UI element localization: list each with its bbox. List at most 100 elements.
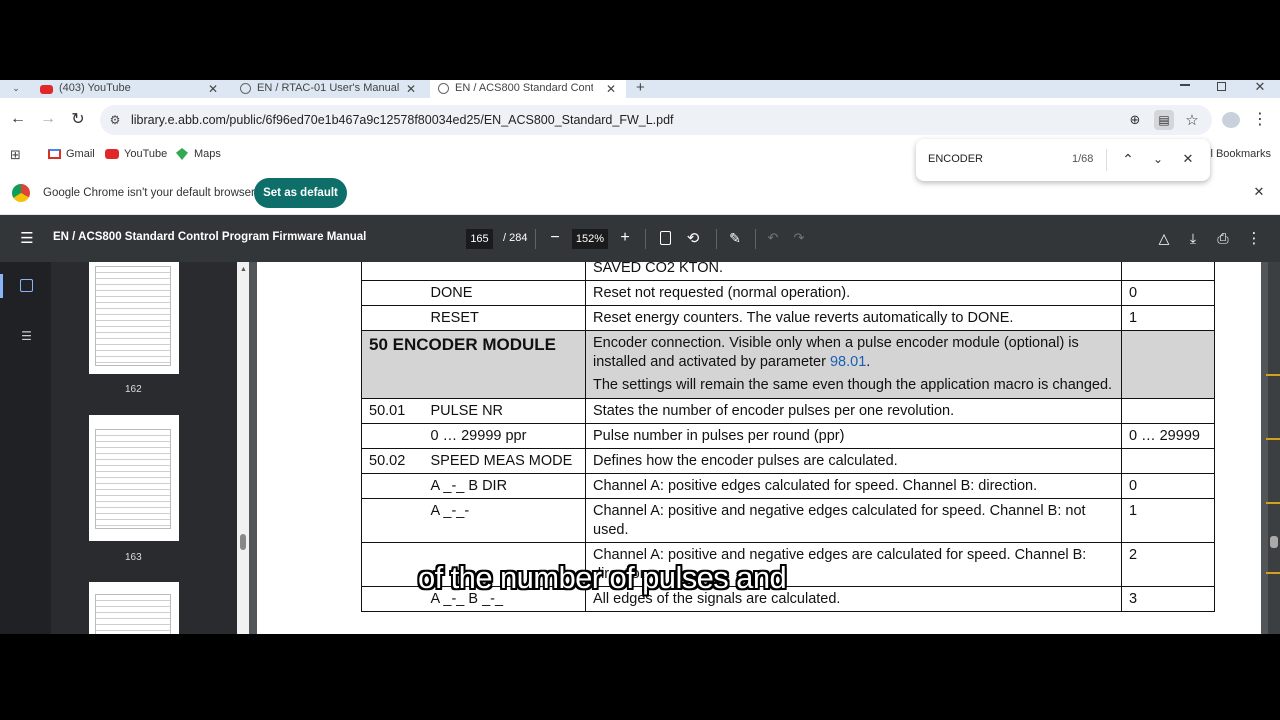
- table-cell: [361, 586, 424, 612]
- back-icon[interactable]: ←: [10, 110, 26, 127]
- extension-icon[interactable]: [1222, 112, 1240, 128]
- table-cell: 3: [1121, 586, 1215, 612]
- table-row: 0 … 29999 ppr Pulse number in pulses per…: [361, 423, 1215, 449]
- new-tab-button[interactable]: +: [636, 80, 645, 98]
- table-cell: SAVED CO2 KTON.: [585, 262, 1122, 281]
- page-number-input[interactable]: 165: [466, 229, 493, 249]
- close-tab-icon[interactable]: ✕: [606, 82, 616, 96]
- find-next-icon[interactable]: ⌄: [1150, 151, 1166, 167]
- bookmark-youtube[interactable]: YouTube: [105, 148, 167, 160]
- table-cell: Channel A: positive and negative edges c…: [585, 498, 1122, 543]
- bookmark-gmail[interactable]: Gmail: [48, 148, 95, 160]
- page-total: / 284: [503, 232, 528, 244]
- screen: { "tabs": [ {"title": "(403) YouTube", "…: [0, 0, 1280, 720]
- table-cell: 0: [1121, 280, 1215, 306]
- download-icon[interactable]: ⤓: [1186, 230, 1200, 246]
- zoom-icon[interactable]: ⊕: [1126, 111, 1144, 129]
- minimize-icon[interactable]: [1180, 84, 1190, 86]
- find-in-page-icon[interactable]: ▤: [1154, 110, 1174, 130]
- table-cell: [361, 542, 424, 587]
- restore-icon[interactable]: [1217, 82, 1226, 91]
- globe-favicon-icon: [240, 83, 251, 94]
- edge-mark: [1266, 572, 1280, 574]
- table-cell: [1121, 448, 1215, 474]
- zoom-in-icon[interactable]: +: [618, 229, 632, 246]
- table-cell: 1: [1121, 305, 1215, 331]
- find-previous-icon[interactable]: ⌃: [1120, 151, 1136, 167]
- gmail-icon: [48, 149, 61, 159]
- table-cell: [1121, 330, 1215, 399]
- tab-rtac-manual[interactable]: EN / RTAC-01 User's Manual ✕: [240, 80, 425, 98]
- tab-acs800-manual[interactable]: EN / ACS800 Standard Control ✕: [438, 80, 623, 98]
- close-infobar-icon[interactable]: ✕: [1252, 184, 1266, 199]
- group-desc-line: Encoder connection. Visible only when a …: [593, 334, 1114, 372]
- table-cell: Pulse number in pulses per round (ppr): [585, 423, 1122, 449]
- fit-page-icon[interactable]: [660, 231, 671, 245]
- edge-mark: [1266, 438, 1280, 440]
- find-divider: [1106, 149, 1107, 171]
- zoom-out-icon[interactable]: −: [548, 229, 562, 246]
- toolbar-divider: [716, 229, 717, 249]
- address-bar[interactable]: ⚙ library.e.abb.com/public/6f96ed70e1b46…: [100, 105, 1212, 135]
- group-title: 50 ENCODER MODULE: [361, 330, 586, 399]
- table-cell: [1121, 262, 1215, 281]
- undo-icon[interactable]: ↶: [766, 230, 780, 246]
- table-cell: [1121, 398, 1215, 424]
- pdf-sidebar-menu-icon[interactable]: ☰: [20, 230, 34, 247]
- table-cell: [361, 498, 424, 543]
- maps-icon: [176, 148, 188, 160]
- table-cell: 50.02: [361, 448, 424, 474]
- pdf-toolbar: ☰ EN / ACS800 Standard Control Program F…: [0, 215, 1280, 262]
- drive-save-icon[interactable]: △: [1156, 230, 1172, 246]
- reload-icon[interactable]: ↻: [70, 111, 86, 128]
- redo-icon[interactable]: ↷: [792, 230, 806, 246]
- edge-mark: [1266, 502, 1280, 504]
- toolbar-divider: [755, 229, 756, 249]
- table-cell: Reset not requested (normal operation).: [585, 280, 1122, 306]
- table-cell: [361, 280, 424, 306]
- group-desc-text: .: [866, 354, 871, 370]
- parameter-link[interactable]: 98.01: [830, 354, 866, 370]
- table-cell: 0: [1121, 473, 1215, 499]
- menu-kebab-icon[interactable]: ⋮: [1252, 110, 1268, 128]
- tab-title: (403) YouTube: [59, 82, 131, 94]
- table-cell: [361, 262, 424, 281]
- globe-favicon-icon: [438, 83, 449, 94]
- find-input[interactable]: ENCODER: [928, 153, 983, 165]
- table-cell: PULSE NR: [423, 398, 586, 424]
- table-cell: [361, 423, 424, 449]
- print-icon[interactable]: ⎙: [1215, 230, 1231, 246]
- table-cell: A _-_ B DIR: [423, 473, 586, 499]
- table-row: DONE Reset not requested (normal operati…: [361, 280, 1215, 306]
- table-cell: Reset energy counters. The value reverts…: [585, 305, 1122, 331]
- annotate-pen-icon[interactable]: ✎: [727, 229, 743, 247]
- tab-search-chevron-icon[interactable]: ⌄: [10, 82, 22, 94]
- zoom-level-input[interactable]: 152%: [572, 229, 608, 249]
- close-window-icon[interactable]: ✕: [1254, 80, 1266, 94]
- bookmark-maps[interactable]: Maps: [176, 148, 221, 160]
- all-bookmarks[interactable]: ll Bookmarks: [1208, 148, 1271, 160]
- toolbar-divider: [535, 229, 536, 249]
- close-tab-icon[interactable]: ✕: [208, 82, 218, 96]
- browser-toolbar: ← → ↻ ⚙ library.e.abb.com/public/6f96ed7…: [0, 98, 1280, 140]
- table-cell: DONE: [423, 280, 586, 306]
- infobar-message: Google Chrome isn't your default browser: [43, 187, 255, 199]
- rotate-icon[interactable]: ⟲: [685, 229, 701, 247]
- tab-youtube[interactable]: (403) YouTube ✕: [40, 80, 225, 98]
- bookmark-label: Maps: [194, 148, 221, 160]
- url-text[interactable]: library.e.abb.com/public/6f96ed70e1b467a…: [131, 113, 674, 127]
- bookmark-star-icon[interactable]: ☆: [1182, 110, 1202, 130]
- apps-grid-icon[interactable]: ⊞: [9, 147, 22, 162]
- group-description: Encoder connection. Visible only when a …: [585, 330, 1122, 399]
- more-options-icon[interactable]: ⋮: [1247, 230, 1262, 247]
- group-desc-text: The settings will remain the same even t…: [593, 377, 1113, 393]
- set-as-default-button[interactable]: Set as default: [254, 178, 347, 208]
- find-close-icon[interactable]: ✕: [1180, 151, 1196, 167]
- chrome-logo-icon: [12, 184, 30, 202]
- site-info-icon[interactable]: ⚙: [107, 112, 123, 128]
- tab-title: EN / RTAC-01 User's Manual: [257, 82, 400, 94]
- youtube-favicon-icon: [40, 85, 53, 94]
- forward-icon[interactable]: →: [40, 110, 56, 127]
- table-cell: [423, 262, 586, 281]
- close-tab-icon[interactable]: ✕: [406, 82, 416, 96]
